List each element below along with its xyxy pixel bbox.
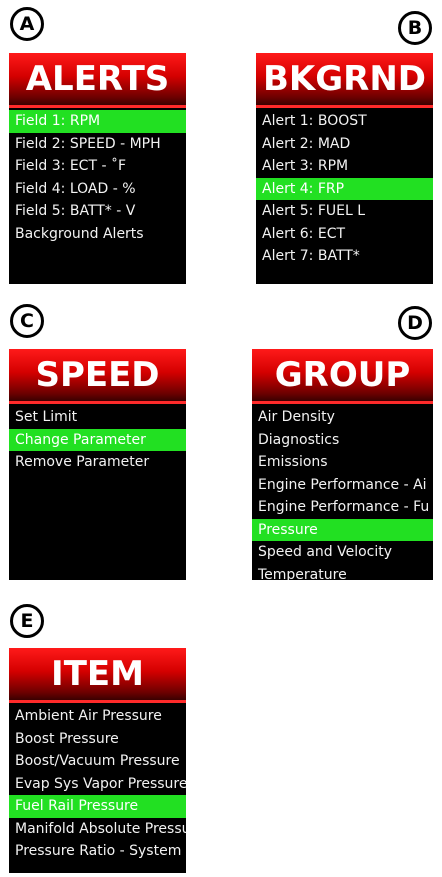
menu-item[interactable]: Field 2: SPEED - MPH bbox=[9, 133, 186, 156]
menu-item[interactable]: Evap Sys Vapor Pressure bbox=[9, 773, 186, 796]
group-menu: Air Density Diagnostics Emissions Engine Pe… bbox=[252, 404, 433, 580]
panel-e-badge: E bbox=[10, 604, 44, 638]
menu-item[interactable]: Alert 3: RPM bbox=[256, 155, 433, 178]
menu-item[interactable]: Fuel Rail Pressure bbox=[9, 795, 186, 818]
menu-item[interactable]: Background Alerts bbox=[9, 223, 186, 246]
menu-item[interactable]: Diagnostics bbox=[252, 429, 433, 452]
menu-item[interactable]: Field 1: RPM bbox=[9, 110, 186, 133]
item-menu: Ambient Air Pressure Boost Pressure Boost/… bbox=[9, 703, 186, 863]
panel-d-badge: D bbox=[398, 306, 432, 340]
menu-item[interactable]: Engine Performance - Fu bbox=[252, 496, 433, 519]
menu-item[interactable]: Air Density bbox=[252, 406, 433, 429]
menu-item[interactable]: Alert 6: ECT bbox=[256, 223, 433, 246]
menu-item[interactable]: Temperature bbox=[252, 564, 433, 581]
panel-b-badge: B bbox=[398, 11, 432, 45]
bkgrnd-screen: BKGRND Alert 1: BOOST Alert 2: MAD Alert 3… bbox=[256, 53, 433, 284]
menu-item[interactable]: Set Limit bbox=[9, 406, 186, 429]
group-title: GROUP bbox=[252, 349, 433, 404]
alerts-screen: ALERTS Field 1: RPM Field 2: SPEED - MPH F… bbox=[9, 53, 186, 284]
menu-item[interactable]: Field 4: LOAD - % bbox=[9, 178, 186, 201]
menu-item[interactable]: Boost Pressure bbox=[9, 728, 186, 751]
menu-item[interactable]: Alert 2: MAD bbox=[256, 133, 433, 156]
menu-item[interactable]: Remove Parameter bbox=[9, 451, 186, 474]
menu-item[interactable]: Ambient Air Pressure bbox=[9, 705, 186, 728]
menu-item[interactable]: Pressure Ratio - System bbox=[9, 840, 186, 863]
menu-item[interactable]: Engine Performance - Ai bbox=[252, 474, 433, 497]
menu-item[interactable]: Speed and Velocity bbox=[252, 541, 433, 564]
bkgrnd-title: BKGRND bbox=[256, 53, 433, 108]
menu-item[interactable]: Pressure bbox=[252, 518, 433, 541]
menu-item[interactable]: Field 5: BATT* - V bbox=[9, 200, 186, 223]
alerts-title: ALERTS bbox=[9, 53, 186, 108]
menu-item[interactable]: Alert 1: BOOST bbox=[256, 110, 433, 133]
panel-a-badge: A bbox=[10, 7, 44, 41]
alerts-menu: Field 1: RPM Field 2: SPEED - MPH Field 3:… bbox=[9, 108, 186, 245]
menu-item[interactable]: Change Parameter bbox=[9, 428, 186, 451]
menu-item[interactable]: Alert 7: BATT* bbox=[256, 245, 433, 268]
speed-title: SPEED bbox=[9, 349, 186, 404]
menu-item[interactable]: Manifold Absolute Pressu bbox=[9, 818, 186, 841]
menu-item[interactable]: Boost/Vacuum Pressure bbox=[9, 750, 186, 773]
menu-item[interactable]: Emissions bbox=[252, 451, 433, 474]
speed-screen: SPEED Set Limit Change Parameter Remove Pa… bbox=[9, 349, 186, 580]
group-screen: GROUP Air Density Diagnostics Emissions Eng… bbox=[252, 349, 433, 580]
menu-item[interactable]: Field 3: ECT - ˚F bbox=[9, 155, 186, 178]
item-title: ITEM bbox=[9, 648, 186, 703]
menu-item[interactable]: Alert 5: FUEL L bbox=[256, 200, 433, 223]
panel-c-badge: C bbox=[10, 304, 44, 338]
bkgrnd-menu: Alert 1: BOOST Alert 2: MAD Alert 3: RPM Al… bbox=[256, 108, 433, 268]
speed-menu: Set Limit Change Parameter Remove Paramete… bbox=[9, 404, 186, 474]
menu-item[interactable]: Alert 4: FRP bbox=[256, 177, 433, 200]
item-screen: ITEM Ambient Air Pressure Boost Pressure B… bbox=[9, 648, 186, 873]
